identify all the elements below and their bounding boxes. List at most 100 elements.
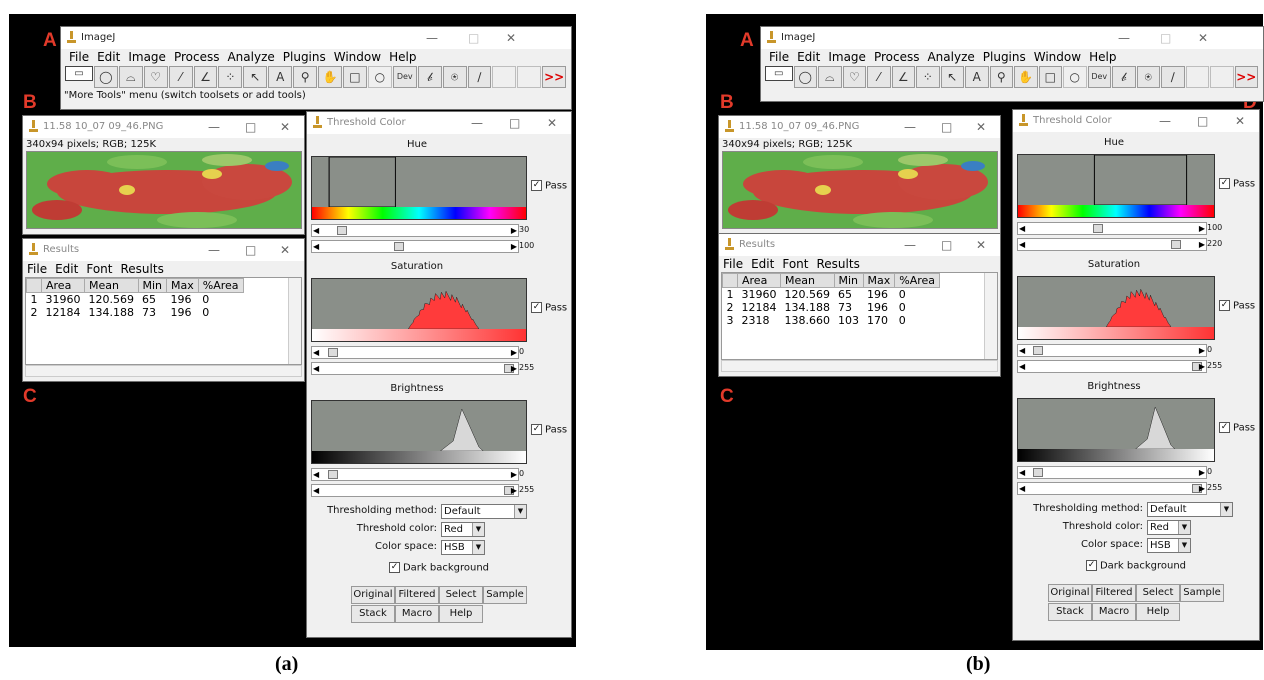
- arrow-right-icon[interactable]: ▶: [511, 241, 517, 252]
- hue-max-slider[interactable]: ◀ ▶: [1017, 238, 1207, 251]
- wand-tool-icon[interactable]: ↖: [243, 66, 268, 88]
- minimize-icon[interactable]: —: [208, 116, 220, 138]
- point-tool-icon[interactable]: ⁘: [916, 66, 940, 88]
- arrow-right-icon[interactable]: ▶: [1199, 239, 1205, 250]
- arrow-right-icon[interactable]: ▶: [511, 363, 517, 374]
- menu-edit[interactable]: Edit: [97, 50, 120, 64]
- filtered-button[interactable]: Filtered: [395, 586, 439, 604]
- slider-knob[interactable]: [1092, 224, 1103, 233]
- table-header-cell[interactable]: Area: [41, 278, 85, 293]
- polygon-tool-icon[interactable]: ⌓: [118, 66, 143, 88]
- arrow-left-icon[interactable]: ◀: [313, 241, 319, 252]
- method-select[interactable]: Default ▼: [441, 504, 527, 519]
- brightness-pass-checkbox[interactable]: ✓ Pass: [531, 424, 567, 436]
- brightness-min-slider[interactable]: ◀ ▶: [311, 468, 519, 481]
- arrow-left-icon[interactable]: ◀: [1019, 223, 1025, 234]
- results-menu-results[interactable]: Results: [120, 262, 163, 276]
- macro-button[interactable]: Macro: [395, 605, 439, 623]
- arrow-left-icon[interactable]: ◀: [1019, 467, 1025, 478]
- color-picker-icon[interactable]: □: [1038, 66, 1062, 88]
- menu-image[interactable]: Image: [828, 50, 866, 64]
- horizontal-scrollbar[interactable]: [25, 365, 302, 377]
- minimize-icon[interactable]: —: [1159, 110, 1171, 132]
- slider-knob[interactable]: [327, 348, 338, 357]
- slider-knob[interactable]: [336, 226, 347, 235]
- freehand-tool-icon[interactable]: ♡: [842, 66, 866, 88]
- saturation-min-slider[interactable]: ◀ ▶: [1017, 344, 1207, 357]
- angle-tool-icon[interactable]: ∠: [193, 66, 218, 88]
- original-button[interactable]: Original: [351, 586, 395, 604]
- filtered-button[interactable]: Filtered: [1092, 584, 1136, 602]
- table-header-cell[interactable]: [26, 278, 42, 293]
- arrow-left-icon[interactable]: ◀: [1019, 239, 1025, 250]
- original-button[interactable]: Original: [1048, 584, 1092, 602]
- magnifier-tool-icon[interactable]: ⚲: [989, 66, 1013, 88]
- results-menu-edit[interactable]: Edit: [751, 257, 774, 271]
- table-header-cell[interactable]: Max: [862, 273, 896, 288]
- text-tool-icon[interactable]: A: [268, 66, 293, 88]
- dev-icon[interactable]: Dev: [1087, 66, 1111, 88]
- help-button[interactable]: Help: [439, 605, 483, 623]
- results-menu-file[interactable]: File: [27, 262, 47, 276]
- blank-tool[interactable]: [492, 66, 517, 88]
- zoom-icon[interactable]: ○: [367, 66, 392, 88]
- saturation-max-slider[interactable]: ◀ ▶: [1017, 360, 1207, 373]
- angle-tool-icon[interactable]: ∠: [891, 66, 915, 88]
- line-tool-icon[interactable]: ⁄: [168, 66, 193, 88]
- results-menu-results[interactable]: Results: [816, 257, 859, 271]
- horizontal-scrollbar[interactable]: [721, 360, 998, 372]
- blank-tool[interactable]: [1185, 66, 1209, 88]
- table-header-cell[interactable]: Min: [137, 278, 168, 293]
- table-header-cell[interactable]: Min: [833, 273, 864, 288]
- color-select[interactable]: Red ▼: [441, 522, 485, 537]
- menu-analyze[interactable]: Analyze: [927, 50, 974, 64]
- arrow-left-icon[interactable]: ◀: [313, 485, 319, 496]
- menu-help[interactable]: Help: [1089, 50, 1116, 64]
- table-row[interactable]: 1 31960 120.569 65 196 0: [27, 293, 244, 306]
- saturation-max-slider[interactable]: ◀ ▶: [311, 362, 519, 375]
- hue-max-slider[interactable]: ◀ ▶: [311, 240, 519, 253]
- minimize-icon[interactable]: —: [471, 112, 483, 134]
- menu-window[interactable]: Window: [334, 50, 381, 64]
- menu-file[interactable]: File: [69, 50, 89, 64]
- table-header-cell[interactable]: %Area: [197, 278, 244, 293]
- color-picker-icon[interactable]: □: [342, 66, 367, 88]
- sample-button[interactable]: Sample: [1180, 584, 1224, 602]
- maximize-icon[interactable]: □: [1160, 27, 1171, 49]
- magnifier-tool-icon[interactable]: ⚲: [293, 66, 318, 88]
- space-select[interactable]: HSB ▼: [441, 540, 485, 555]
- table-row[interactable]: 3 2318 138.660 103 170 0: [723, 314, 940, 327]
- saturation-pass-checkbox[interactable]: ✓ Pass: [1219, 300, 1255, 312]
- table-header-cell[interactable]: Mean: [780, 273, 835, 288]
- help-button[interactable]: Help: [1136, 603, 1180, 621]
- hue-min-slider[interactable]: ◀ ▶: [311, 224, 519, 237]
- saturation-pass-checkbox[interactable]: ✓ Pass: [531, 302, 567, 314]
- arrow-left-icon[interactable]: ◀: [1019, 345, 1025, 356]
- close-icon[interactable]: ✕: [976, 234, 986, 256]
- minimize-icon[interactable]: —: [904, 116, 916, 138]
- menu-plugins[interactable]: Plugins: [283, 50, 326, 64]
- maximize-icon[interactable]: □: [941, 116, 952, 138]
- results-menu-edit[interactable]: Edit: [55, 262, 78, 276]
- menu-edit[interactable]: Edit: [797, 50, 820, 64]
- slider-knob[interactable]: [1170, 240, 1181, 249]
- table-header-cell[interactable]: Max: [166, 278, 199, 293]
- menu-file[interactable]: File: [769, 50, 789, 64]
- pencil-icon[interactable]: ∕: [467, 66, 492, 88]
- table-row[interactable]: 2 12184 134.188 73 196 0: [723, 301, 940, 314]
- arrow-left-icon[interactable]: ◀: [1019, 483, 1025, 494]
- maximize-icon[interactable]: □: [245, 116, 256, 138]
- vertical-scrollbar[interactable]: [984, 273, 997, 359]
- dev-icon[interactable]: Dev: [392, 66, 417, 88]
- minimize-icon[interactable]: —: [426, 27, 438, 49]
- slider-knob[interactable]: [1032, 468, 1043, 477]
- results-menu-font[interactable]: Font: [782, 257, 808, 271]
- brightness-min-slider[interactable]: ◀ ▶: [1017, 466, 1207, 479]
- menu-process[interactable]: Process: [174, 50, 220, 64]
- brush-icon[interactable]: 𝒷: [417, 66, 442, 88]
- arrow-left-icon[interactable]: ◀: [1019, 361, 1025, 372]
- stack-button[interactable]: Stack: [1048, 603, 1092, 621]
- close-icon[interactable]: ✕: [506, 27, 516, 49]
- arrow-right-icon[interactable]: ▶: [511, 469, 517, 480]
- results-menu-font[interactable]: Font: [86, 262, 112, 276]
